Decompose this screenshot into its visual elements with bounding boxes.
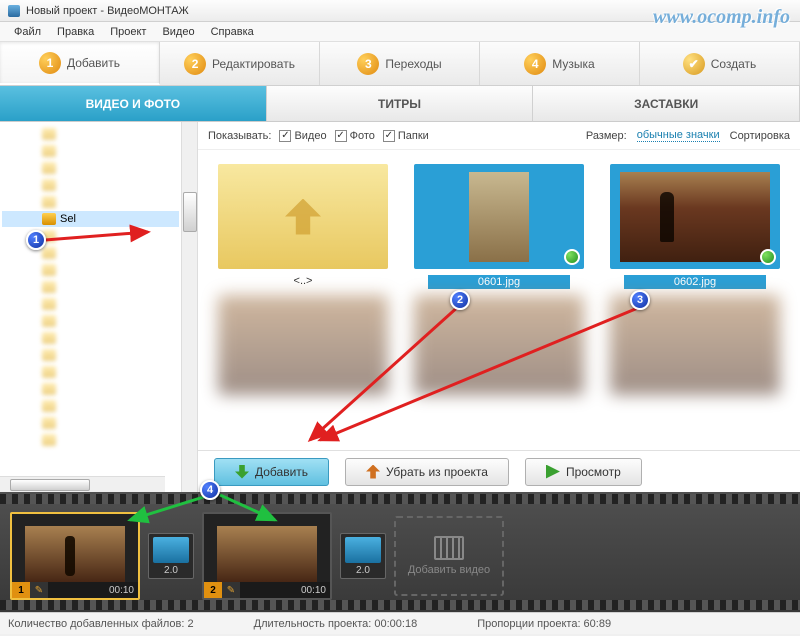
window-title: Новый проект - ВидеоМОНТАЖ: [26, 5, 189, 17]
workarea: Sel Показывать: ✓Видео ✓Фото ✓Папки Разм…: [0, 122, 800, 492]
annotation-marker-4: 4: [200, 480, 220, 500]
app-icon: [8, 5, 20, 17]
add-video-placeholder[interactable]: Добавить видео: [394, 516, 504, 596]
menu-help[interactable]: Справка: [203, 24, 262, 40]
step-transitions[interactable]: 3 Переходы: [320, 42, 480, 85]
step-add[interactable]: 1 Добавить: [0, 42, 160, 85]
size-link[interactable]: обычные значки: [637, 129, 720, 142]
tree-item-selected[interactable]: Sel: [2, 211, 179, 227]
check-icon: [564, 249, 580, 265]
step-music[interactable]: 4 Музыка: [480, 42, 640, 85]
preview-button[interactable]: Просмотр: [525, 458, 642, 486]
sort-link[interactable]: Сортировка: [730, 130, 790, 142]
chk-folders[interactable]: ✓Папки: [383, 130, 429, 142]
arrow-up-icon: [366, 465, 380, 479]
folder-icon: [42, 213, 56, 225]
step-num-2: 2: [184, 53, 206, 75]
folder-tree: Sel: [0, 122, 198, 492]
up-arrow-icon: [285, 199, 321, 235]
thumbnail-grid: <..> 0601.jpg 0602.jpg: [198, 150, 800, 450]
annotation-marker-2: 2: [450, 290, 470, 310]
step-create[interactable]: ✔ Создать: [640, 42, 800, 85]
pencil-icon[interactable]: ✎: [30, 582, 48, 598]
menu-video[interactable]: Видео: [154, 24, 202, 40]
transition-1[interactable]: 2.0: [148, 533, 194, 579]
menu-project[interactable]: Проект: [102, 24, 154, 40]
status-files: Количество добавленных файлов: 2: [8, 618, 194, 630]
annotation-marker-3: 3: [630, 290, 650, 310]
step-num-4: 4: [524, 53, 546, 75]
status-ratio: Пропорции проекта: 60:89: [477, 618, 611, 630]
menu-file[interactable]: Файл: [6, 24, 49, 40]
show-label: Показывать:: [208, 130, 271, 142]
tree-vscroll[interactable]: [181, 122, 197, 492]
transition-2[interactable]: 2.0: [340, 533, 386, 579]
subtab-video-photo[interactable]: ВИДЕО И ФОТО: [0, 86, 267, 122]
step-num-3: 3: [357, 53, 379, 75]
size-label: Размер:: [586, 130, 627, 142]
tree-list[interactable]: Sel: [0, 122, 181, 492]
step-num-5: ✔: [683, 53, 705, 75]
action-bar: Добавить Убрать из проекта Просмотр: [198, 450, 800, 492]
film-icon: [434, 536, 464, 560]
timeline-clip-1[interactable]: 1 ✎ 00:10: [10, 512, 140, 600]
filter-bar: Показывать: ✓Видео ✓Фото ✓Папки Размер: …: [198, 122, 800, 150]
chk-video[interactable]: ✓Видео: [279, 130, 326, 142]
subtab-titles[interactable]: ТИТРЫ: [267, 86, 534, 122]
statusbar: Количество добавленных файлов: 2 Длитель…: [0, 612, 800, 634]
step-edit[interactable]: 2 Редактировать: [160, 42, 320, 85]
play-icon: [546, 465, 560, 479]
chk-photo[interactable]: ✓Фото: [335, 130, 375, 142]
watermark: www.ocomp.info: [653, 6, 790, 29]
check-icon: [760, 249, 776, 265]
timeline[interactable]: 1 ✎ 00:10 2.0 2 ✎ 00:10 2.0 Добавить вид…: [0, 492, 800, 612]
remove-button[interactable]: Убрать из проекта: [345, 458, 509, 486]
add-button[interactable]: Добавить: [214, 458, 329, 486]
pencil-icon[interactable]: ✎: [222, 582, 240, 598]
annotation-marker-1: 1: [26, 230, 46, 250]
menu-edit[interactable]: Правка: [49, 24, 102, 40]
step-tabs: 1 Добавить 2 Редактировать 3 Переходы 4 …: [0, 42, 800, 86]
subtab-intros[interactable]: ЗАСТАВКИ: [533, 86, 800, 122]
step-num-1: 1: [39, 52, 61, 74]
subtabs: ВИДЕО И ФОТО ТИТРЫ ЗАСТАВКИ: [0, 86, 800, 122]
file-browser: Показывать: ✓Видео ✓Фото ✓Папки Размер: …: [198, 122, 800, 492]
tree-hscroll[interactable]: [0, 476, 165, 492]
arrow-down-icon: [235, 465, 249, 479]
timeline-clip-2[interactable]: 2 ✎ 00:10: [202, 512, 332, 600]
status-duration: Длительность проекта: 00:00:18: [254, 618, 418, 630]
